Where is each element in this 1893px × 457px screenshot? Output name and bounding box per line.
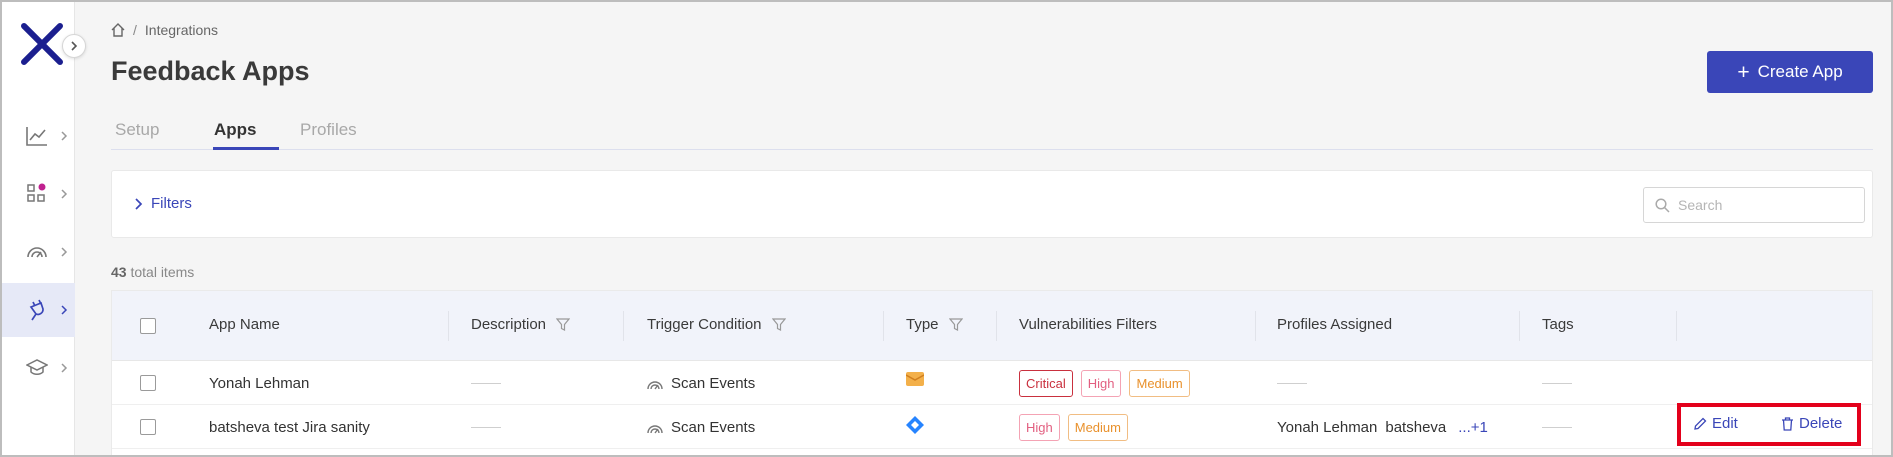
chevron-right-icon [61, 247, 68, 257]
breadcrumb-separator: / [133, 22, 137, 38]
trash-icon [1782, 416, 1793, 431]
radar-icon [647, 380, 663, 389]
delete-button[interactable]: Delete [1781, 415, 1842, 432]
app-name[interactable]: batsheva test Jira sanity [209, 405, 370, 449]
home-icon[interactable] [111, 23, 125, 37]
search-input[interactable] [1678, 197, 1858, 213]
sidebar-item-learning[interactable] [2, 341, 75, 395]
vulnerability-filters: Critical High Medium [1019, 361, 1198, 405]
logo [20, 22, 64, 66]
table-row[interactable]: Yonah Lehman Scan Events Critical High M… [112, 361, 1872, 405]
sidebar-expand-button[interactable] [62, 34, 86, 58]
table-row[interactable]: batsheva test Jira sanity Scan Events Hi… [112, 405, 1872, 449]
breadcrumb-current: Integrations [144, 22, 219, 38]
type-cell [906, 361, 924, 405]
column-header-profiles[interactable]: Profiles Assigned [1277, 316, 1392, 333]
severity-tag-high: High [1080, 369, 1122, 397]
filters-toggle[interactable]: Filters [134, 195, 192, 212]
chevron-right-icon [61, 363, 68, 373]
chevron-right-icon [135, 197, 143, 210]
breadcrumb: / Integrations [111, 22, 218, 38]
table-header: App Name Description Trigger Condition T… [112, 291, 1872, 361]
search-box[interactable] [1643, 187, 1865, 223]
page-title: Feedback Apps [111, 56, 310, 86]
trigger-condition: Scan Events [647, 361, 755, 405]
create-app-label: Create App [1757, 62, 1843, 81]
active-tab-indicator [213, 147, 279, 150]
sidebar-item-apps[interactable] [2, 167, 75, 221]
create-app-button[interactable]: + Create App [1707, 51, 1873, 93]
sidebar [2, 2, 86, 455]
tab-setup[interactable]: Setup [115, 120, 159, 140]
sidebar-item-analytics[interactable] [2, 109, 75, 163]
app-window: / Integrations Feedback Apps + Create Ap… [0, 0, 1893, 457]
column-header-description[interactable]: Description [471, 316, 571, 333]
profile-name: batsheva [1385, 418, 1447, 436]
pencil-icon [1694, 417, 1707, 430]
row-checkbox[interactable] [140, 419, 156, 435]
apps-icon [27, 183, 46, 202]
tab-apps[interactable]: Apps [214, 120, 257, 140]
severity-tag-medium: Medium [1129, 369, 1190, 397]
radar-icon [647, 424, 663, 433]
sidebar-item-integrations[interactable] [2, 283, 75, 337]
vulnerability-filters: High Medium [1019, 405, 1136, 449]
severity-tag-high: High [1019, 413, 1060, 441]
tab-bar: Setup Apps Profiles [111, 118, 1873, 150]
search-icon [1655, 197, 1670, 213]
description-empty [471, 361, 501, 405]
filter-icon[interactable] [948, 318, 963, 331]
plus-icon: + [1737, 60, 1750, 84]
app-name[interactable]: Yonah Lehman [209, 361, 309, 405]
edit-label: Edit [1712, 415, 1738, 432]
select-all-checkbox[interactable] [140, 318, 156, 334]
column-header-type[interactable]: Type [906, 316, 963, 333]
delete-label: Delete [1799, 415, 1843, 432]
row-checkbox[interactable] [140, 375, 156, 391]
column-header-tags[interactable]: Tags [1542, 316, 1574, 333]
column-header-vulnerabilities[interactable]: Vulnerabilities Filters [1019, 316, 1157, 333]
severity-tag-medium: Medium [1067, 413, 1128, 441]
profiles-more-link[interactable]: ...+1 [1458, 419, 1488, 436]
email-icon [906, 372, 924, 386]
graduation-cap-icon [26, 359, 48, 375]
tags-empty [1542, 405, 1572, 449]
apps-table: App Name Description Trigger Condition T… [111, 290, 1873, 455]
filter-icon[interactable] [771, 318, 786, 331]
filters-label: Filters [151, 195, 192, 212]
type-cell [906, 405, 924, 449]
severity-tag-critical: Critical [1019, 369, 1073, 397]
chevron-right-icon [61, 189, 68, 199]
total-count: 43 [111, 264, 127, 280]
filter-icon[interactable] [556, 318, 571, 331]
jira-icon [906, 416, 924, 434]
total-items: 43 total items [111, 264, 194, 280]
chevron-right-icon [61, 131, 68, 141]
edit-button[interactable]: Edit [1693, 415, 1738, 432]
profiles-assigned: Yonah Lehman batsheva ...+1 [1277, 405, 1496, 449]
chart-icon [26, 127, 47, 146]
trigger-condition: Scan Events [647, 405, 755, 449]
filters-panel: Filters [111, 170, 1873, 238]
radar-icon [27, 247, 47, 258]
tags-empty [1542, 361, 1572, 405]
tab-profiles[interactable]: Profiles [300, 120, 357, 140]
profiles-empty [1277, 361, 1307, 405]
total-suffix: total items [130, 264, 195, 280]
column-header-app-name[interactable]: App Name [209, 316, 280, 333]
sidebar-item-scans[interactable] [2, 225, 75, 279]
chevron-right-icon [61, 305, 68, 315]
description-empty [471, 405, 501, 449]
column-header-trigger-condition[interactable]: Trigger Condition [647, 316, 786, 333]
main-content: / Integrations Feedback Apps + Create Ap… [75, 2, 1891, 455]
plug-icon [29, 299, 44, 321]
profile-name: Yonah Lehman [1277, 418, 1378, 436]
select-all-cell [140, 305, 156, 347]
